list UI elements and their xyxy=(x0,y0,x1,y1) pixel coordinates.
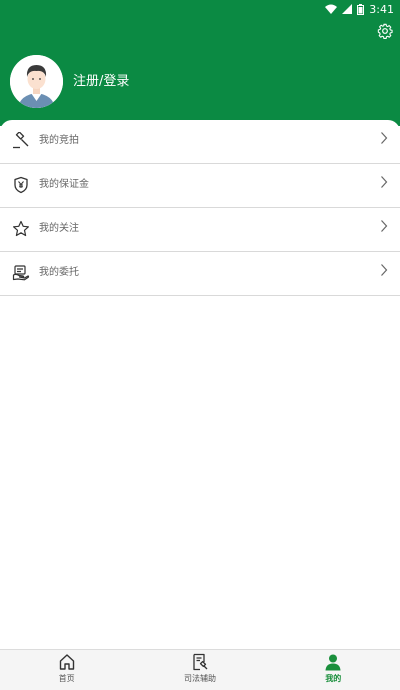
battery-icon xyxy=(357,3,365,15)
gavel-icon xyxy=(13,132,29,149)
gear-icon xyxy=(377,23,393,39)
menu-item-my-bids[interactable]: 我的竞拍 xyxy=(0,120,400,164)
status-bar: 3:41 xyxy=(0,0,400,18)
document-gavel-icon xyxy=(193,653,208,671)
settings-button[interactable] xyxy=(375,21,395,41)
tab-judicial-assistance[interactable]: 司法辅助 xyxy=(133,650,266,690)
delegate-icon xyxy=(12,265,30,281)
chevron-right-icon xyxy=(381,132,388,144)
tab-label: 司法辅助 xyxy=(183,674,216,683)
chevron-right-icon xyxy=(381,264,388,276)
chevron-right-icon xyxy=(381,220,388,232)
person-icon xyxy=(325,654,341,671)
menu-list: 我的竞拍 我的保证金 我的关注 我的委托 xyxy=(0,120,400,296)
avatar-illustration xyxy=(10,55,63,108)
wifi-icon xyxy=(325,4,338,14)
star-icon xyxy=(13,220,29,237)
menu-item-my-deposit[interactable]: 我的保证金 xyxy=(0,164,400,208)
shield-yen-icon xyxy=(14,176,28,194)
menu-item-label: 我的委托 xyxy=(39,267,79,278)
menu-item-my-delegations[interactable]: 我的委托 xyxy=(0,252,400,296)
bottom-tab-bar: 首页 司法辅助 我的 xyxy=(0,649,400,690)
menu-item-my-follows[interactable]: 我的关注 xyxy=(0,208,400,252)
menu-item-label: 我的竞拍 xyxy=(39,135,79,146)
chevron-right-icon xyxy=(381,176,388,188)
login-register-link[interactable]: 注册/登录 xyxy=(73,73,129,91)
tab-mine[interactable]: 我的 xyxy=(267,650,400,690)
home-icon xyxy=(59,654,74,670)
menu-item-label: 我的关注 xyxy=(39,223,79,234)
menu-item-label: 我的保证金 xyxy=(39,179,89,190)
tab-label: 首页 xyxy=(58,674,75,683)
status-time: 3:41 xyxy=(369,2,394,16)
profile-header: 注册/登录 xyxy=(0,18,400,126)
signal-icon xyxy=(342,4,353,14)
status-icons: 3:41 xyxy=(325,1,394,17)
tab-home[interactable]: 首页 xyxy=(0,650,133,690)
tab-label: 我的 xyxy=(325,674,342,683)
avatar[interactable] xyxy=(10,55,63,108)
